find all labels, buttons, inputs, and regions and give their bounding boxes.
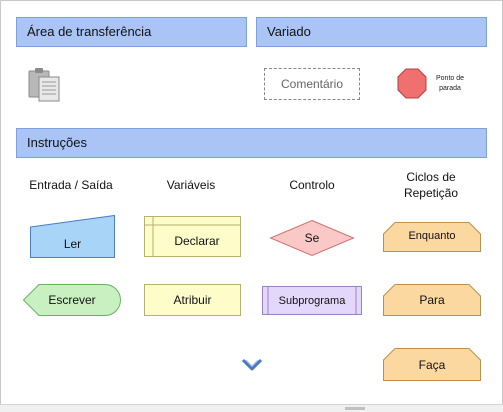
decision-if-label: Se <box>304 231 320 245</box>
chevron-down-icon[interactable] <box>241 357 263 373</box>
declare-label: Declarar <box>174 234 220 248</box>
input-read-shape[interactable]: Ler <box>30 214 115 258</box>
column-label-loops: Ciclos de Repetição <box>381 169 481 201</box>
decision-if-shape[interactable]: Se <box>269 219 355 257</box>
breakpoint-shape[interactable] <box>397 68 427 99</box>
column-label-control: Controlo <box>289 178 335 192</box>
column-label-variables: Variáveis <box>166 178 216 192</box>
clipboard-icon[interactable] <box>27 67 63 103</box>
column-label-loops-line1: Ciclos de <box>406 170 456 184</box>
bottom-edge-mark <box>345 407 365 410</box>
do-loop-shape[interactable]: Faça <box>383 348 481 381</box>
output-write-shape[interactable]: Escrever <box>22 284 121 316</box>
assign-shape[interactable]: Atribuir <box>144 284 241 316</box>
subprogram-label: Subprograma <box>278 294 346 307</box>
input-read-label: Ler <box>63 236 82 251</box>
breakpoint-label: Ponto de parada <box>435 75 465 92</box>
comment-shape[interactable]: Comentário <box>264 68 360 100</box>
section-header-instructions: Instruções <box>16 128 487 158</box>
assign-label: Atribuir <box>173 293 212 307</box>
for-loop-shape[interactable]: Para <box>383 284 481 316</box>
output-write-label: Escrever <box>48 293 96 307</box>
while-loop-shape[interactable]: Enquanto <box>383 222 481 252</box>
section-header-clipboard: Área de transferência <box>16 17 247 47</box>
declare-shape[interactable]: Declarar <box>144 216 241 257</box>
column-label-io: Entrada / Saída <box>29 178 113 192</box>
section-header-misc: Variado <box>256 17 487 47</box>
subprogram-shape[interactable]: Subprograma <box>262 286 362 315</box>
do-loop-label: Faça <box>418 357 446 372</box>
while-loop-label: Enquanto <box>408 230 456 242</box>
for-loop-label: Para <box>419 293 445 307</box>
column-label-loops-line2: Repetição <box>403 186 459 200</box>
